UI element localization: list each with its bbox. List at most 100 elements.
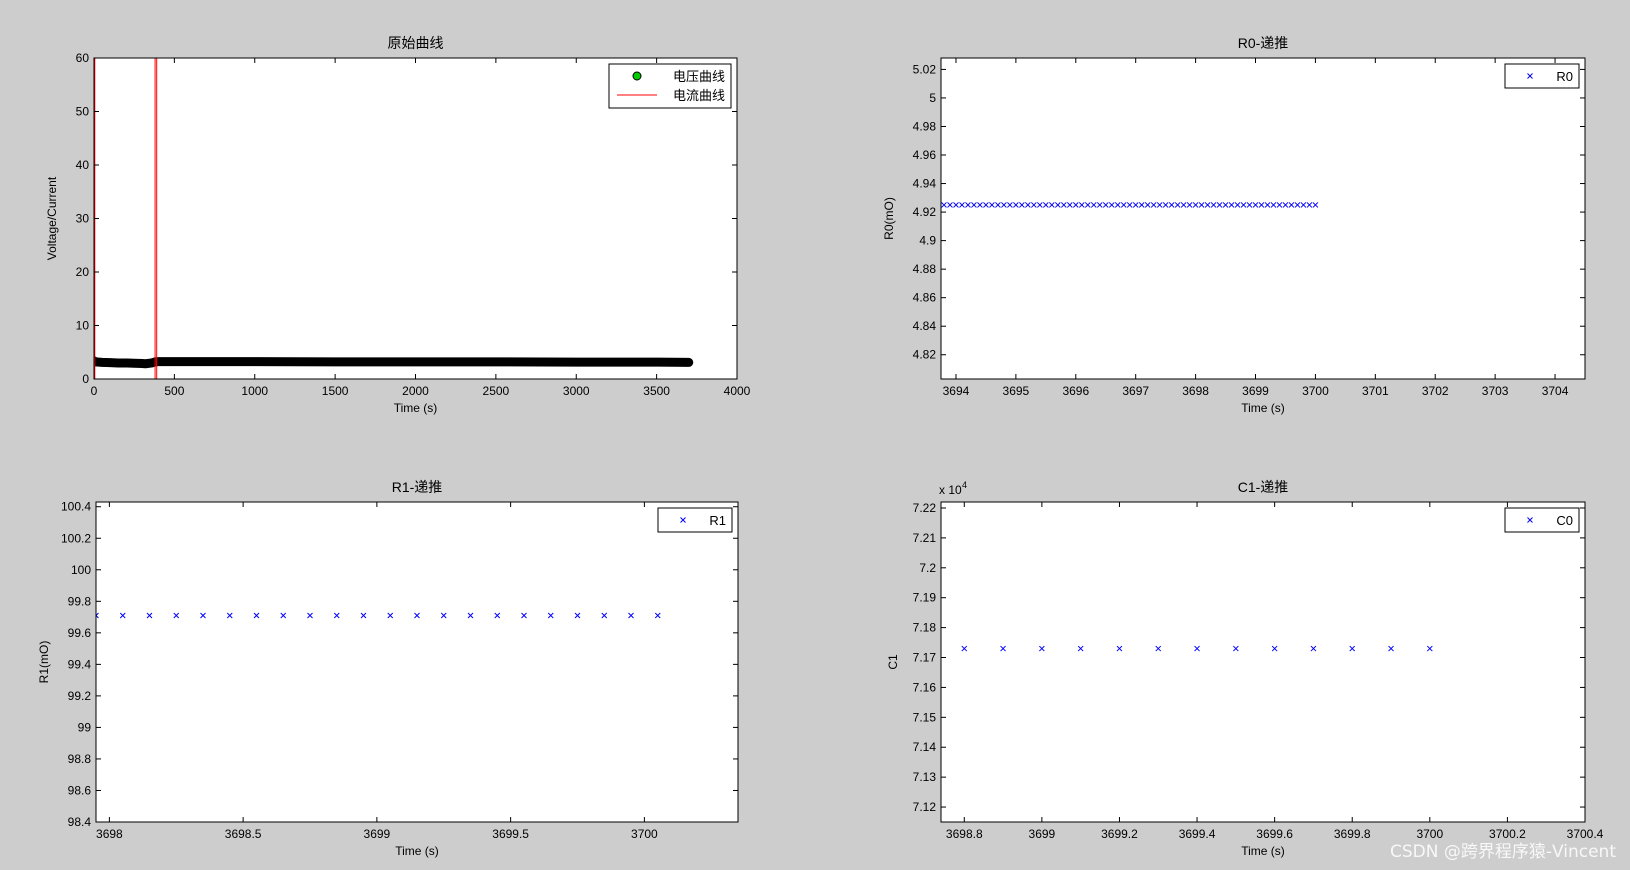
figure: 0 500 1000 1500 2000 2500 3000 3500 4000 0 10 20 30 4…	[37, 35, 1604, 858]
plot-area	[96, 502, 738, 822]
plot-area	[941, 58, 1585, 379]
y-exponent: 4	[962, 480, 967, 490]
y-tick-label: 98.4	[68, 815, 92, 829]
x-tick-label: 1000	[241, 384, 268, 398]
y-tick-label: 98.8	[68, 752, 92, 766]
y-tick-label: 10	[76, 319, 90, 333]
x-tick-label: 3699.4	[1179, 827, 1216, 841]
x-tick-label: 3704	[1542, 384, 1569, 398]
y-tick-label: 5	[929, 91, 936, 105]
x-tick-label: 0	[91, 384, 98, 398]
legend-label: 电流曲线	[673, 88, 725, 103]
x-tick-label: 3698	[96, 827, 123, 841]
x-tick-label: 3694	[943, 384, 970, 398]
chart-r0-estimate: 3694 3695 3696 3697 3698 3699 3700 3701 3702 3703…	[882, 35, 1586, 415]
x-tick-label: 3699.2	[1101, 827, 1138, 841]
y-axis-label: Voltage/Current	[45, 176, 59, 260]
x-tick-label: 500	[164, 384, 184, 398]
chart-title: 原始曲线	[388, 35, 444, 51]
y-tick-label: 7.22	[913, 501, 937, 515]
x-tick-label: 3699	[1242, 384, 1269, 398]
chart-r1-estimate: 3698 3698.5 3699 3699.5 3700 98.4 98.6 98.8 99 99…	[37, 479, 739, 858]
y-tick-label: 7.19	[913, 591, 937, 605]
y-exponent-base: x 10	[939, 483, 962, 497]
y-tick-label: 60	[76, 51, 90, 65]
y-tick-label: 99.2	[68, 689, 92, 703]
x-tick-label: 3700	[1302, 384, 1329, 398]
legend-marker	[632, 71, 642, 81]
y-tick-label: 7.13	[913, 770, 937, 784]
y-tick-label: 7.16	[913, 680, 937, 694]
plot-area	[941, 502, 1585, 822]
voltage-trace	[94, 356, 694, 369]
y-tick-label: 7.15	[913, 710, 937, 724]
y-tick-label: 99.8	[68, 594, 92, 608]
y-axis-label: R0(mO)	[882, 197, 896, 240]
x-tick-label: 3696	[1062, 384, 1089, 398]
y-tick-label: 99.4	[68, 657, 92, 671]
x-axis-label: Time (s)	[395, 844, 439, 858]
legend-label: 电压曲线	[673, 69, 725, 84]
legend: R1	[657, 507, 733, 533]
y-tick-label: 4.88	[913, 262, 937, 276]
legend-label: R1	[709, 513, 726, 528]
x-tick-label: 4000	[724, 384, 751, 398]
x-tick-label: 1500	[322, 384, 349, 398]
legend-label: C0	[1556, 513, 1573, 528]
y-tick-label: 7.17	[913, 651, 937, 665]
x-axis-label: Time (s)	[1241, 401, 1285, 415]
y-tick-label: 20	[76, 265, 90, 279]
x-tick-label: 3702	[1422, 384, 1449, 398]
y-tick-label: 4.9	[919, 234, 936, 248]
y-tick-label: 98.6	[68, 783, 92, 797]
x-tick-label: 3698.8	[946, 827, 983, 841]
y-tick-label: 4.92	[913, 205, 937, 219]
legend: C0	[1504, 507, 1580, 533]
y-tick-label: 5.02	[913, 62, 937, 76]
chart-raw-curves: 0 500 1000 1500 2000 2500 3000 3500 4000 0 10 20 30 4…	[45, 35, 751, 415]
y-tick-label: 7.18	[913, 621, 937, 635]
x-tick-label: 3698.5	[225, 827, 262, 841]
y-tick-label: 7.14	[913, 740, 937, 754]
x-tick-label: 3703	[1482, 384, 1509, 398]
y-tick-label: 4.98	[913, 119, 937, 133]
y-axis-label: C1	[886, 654, 900, 670]
y-tick-label: 4.96	[913, 148, 937, 162]
y-tick-label: 100.4	[61, 500, 91, 514]
x-tick-label: 3699	[1029, 827, 1056, 841]
y-tick-label: 4.82	[913, 348, 937, 362]
y-axis-label: R1(mO)	[37, 641, 51, 684]
x-axis-label: Time (s)	[1241, 844, 1285, 858]
legend-label: R0	[1556, 69, 1573, 84]
y-tick-label: 7.12	[913, 800, 937, 814]
x-tick-label: 3697	[1122, 384, 1149, 398]
x-tick-label: 3000	[563, 384, 590, 398]
x-tick-label: 2500	[483, 384, 510, 398]
y-tick-label: 99.6	[68, 626, 92, 640]
x-tick-label: 3699.5	[492, 827, 529, 841]
y-tick-label: 40	[76, 158, 90, 172]
x-tick-label: 3699	[364, 827, 391, 841]
y-tick-label: 7.21	[913, 531, 937, 545]
y-tick-label: 100.2	[61, 531, 91, 545]
chart-c1-estimate: 3698.8 3699 3699.2 3699.4 3699.6 3699.8 3700 37…	[886, 479, 1604, 858]
x-tick-label: 3701	[1362, 384, 1389, 398]
watermark: CSDN @跨界程序猿-Vincent	[1389, 842, 1616, 862]
chart-title: C1-递推	[1238, 479, 1289, 495]
x-tick-label: 2000	[402, 384, 429, 398]
x-tick-label: 3695	[1003, 384, 1030, 398]
chart-title: R0-递推	[1238, 35, 1289, 51]
x-axis-label: Time (s)	[394, 401, 438, 415]
x-tick-label: 3699.6	[1256, 827, 1293, 841]
legend: R0	[1504, 63, 1580, 89]
x-tick-label: 3698	[1182, 384, 1209, 398]
x-tick-label: 3700	[631, 827, 658, 841]
y-tick-label: 50	[76, 105, 90, 119]
y-tick-label: 99	[78, 720, 92, 734]
chart-title: R1-递推	[392, 479, 443, 495]
y-tick-label: 4.84	[913, 319, 937, 333]
y-tick-label: 100	[71, 563, 91, 577]
y-tick-label: 4.94	[913, 177, 937, 191]
x-tick-label: 3500	[643, 384, 670, 398]
y-tick-label: 4.86	[913, 291, 937, 305]
